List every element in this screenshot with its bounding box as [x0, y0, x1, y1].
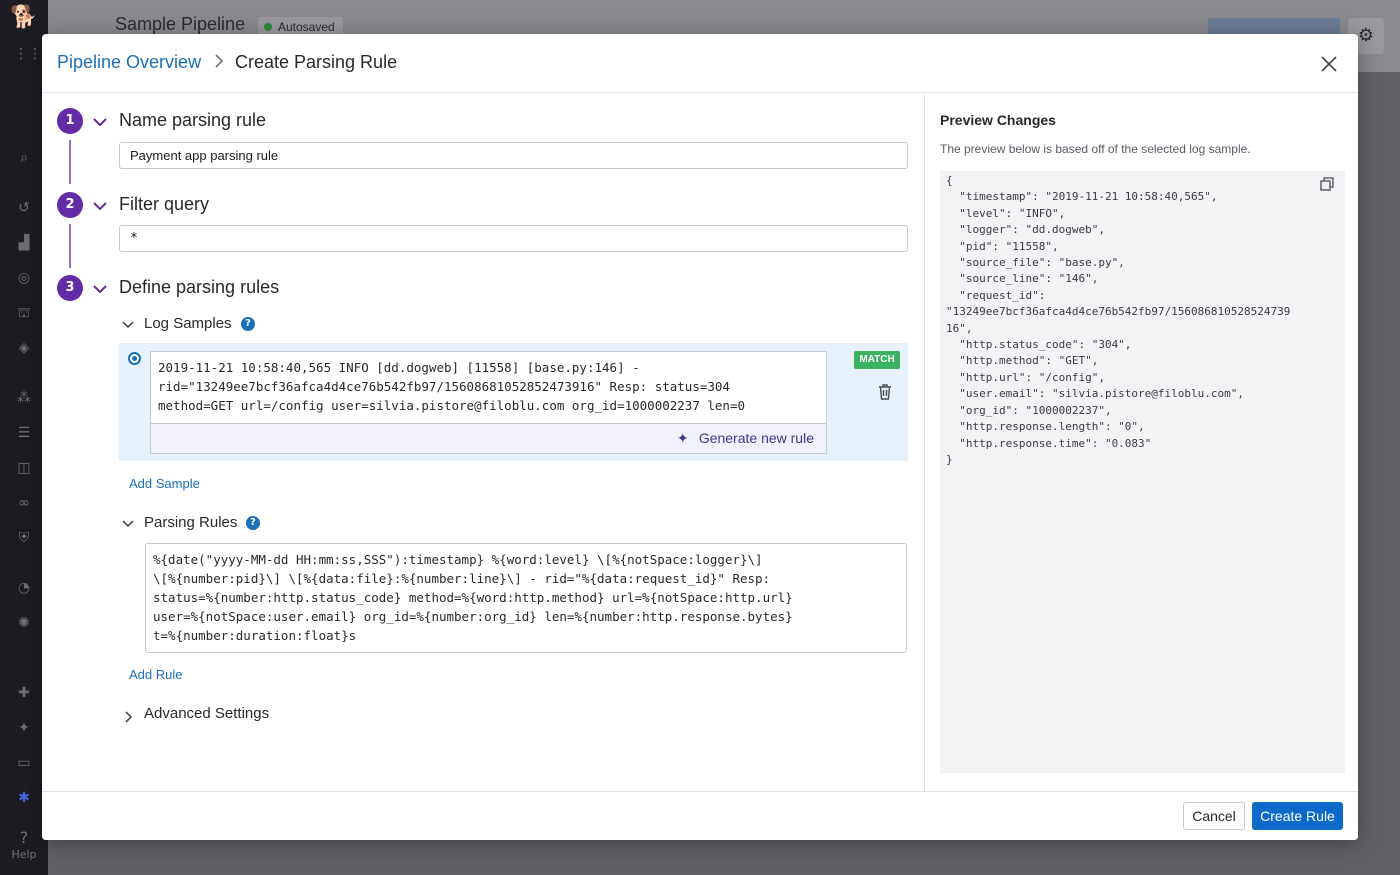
- security-icon[interactable]: ⛨: [14, 528, 34, 548]
- binoculars-icon[interactable]: ⛫: [14, 303, 34, 323]
- history-icon[interactable]: ↺: [14, 198, 34, 218]
- step-2-number: 2: [57, 192, 83, 218]
- integrations-icon[interactable]: ⁂: [14, 388, 34, 408]
- monitors-icon[interactable]: ◎: [14, 268, 34, 288]
- breadcrumb-pipeline-overview[interactable]: Pipeline Overview: [57, 52, 201, 73]
- generate-rule-bar: ✦ Generate new rule: [150, 423, 827, 454]
- step-1-title: Name parsing rule: [119, 110, 267, 130]
- bug-icon[interactable]: ✱: [14, 788, 34, 808]
- help-icon[interactable]: ?: [246, 516, 260, 530]
- generate-new-rule-button[interactable]: ✦ Generate new rule: [677, 430, 814, 447]
- chevron-down-icon[interactable]: [121, 516, 135, 530]
- apps-grid-icon[interactable]: ⋮⋮: [14, 44, 42, 64]
- filter-query-input[interactable]: *: [119, 225, 908, 252]
- app-sidebar: 🐕 ⋮⋮ ⌕ ↺ ▟ ◎ ⛫ ◈ ⁂ ☰ ◫ ∞ ⛨ ◔ ✺ ✚ ✦ ▭ ✱ ?…: [0, 0, 48, 875]
- rule-name-input[interactable]: Payment app parsing rule: [119, 142, 908, 169]
- help-question-icon: ?: [19, 828, 29, 847]
- chevron-down-icon[interactable]: [92, 281, 108, 297]
- chat-icon[interactable]: ▭: [14, 753, 34, 773]
- step-1-number: 1: [57, 108, 83, 134]
- step-connector: [69, 224, 71, 268]
- sparkle-icon: ✦: [676, 430, 689, 446]
- log-sample-text[interactable]: 2019-11-21 10:58:40,565 INFO [dd.dogweb]…: [150, 351, 827, 423]
- create-parsing-rule-modal: Pipeline Overview Create Parsing Rule 1 …: [42, 34, 1358, 840]
- apm-icon[interactable]: ◫: [14, 458, 34, 478]
- step-3-number: 3: [57, 275, 83, 301]
- add-sample-link[interactable]: Add Sample: [129, 476, 200, 491]
- chevron-right-icon: [213, 54, 225, 68]
- trash-icon[interactable]: [876, 383, 894, 401]
- step-2-title: Filter query: [119, 194, 210, 214]
- help-nav[interactable]: ? Help: [0, 828, 48, 862]
- copy-icon[interactable]: [1319, 176, 1335, 192]
- preview-json: { "timestamp": "2019-11-21 10:58:40,565"…: [940, 171, 1345, 773]
- log-samples-title: Log Samples: [144, 315, 232, 332]
- pipeline-title: Sample Pipeline: [115, 14, 246, 34]
- puzzle-icon[interactable]: ✚: [14, 683, 34, 703]
- network-icon[interactable]: ∞: [14, 493, 34, 513]
- datadog-logo-icon[interactable]: 🐕: [10, 4, 38, 32]
- add-rule-link[interactable]: Add Rule: [129, 667, 182, 682]
- preview-description: The preview below is based off of the se…: [940, 142, 1251, 156]
- rule-form: 1 Name parsing rule Payment app parsing …: [42, 93, 924, 791]
- preview-pane: Preview Changes The preview below is bas…: [924, 93, 1358, 791]
- breadcrumb-current: Create Parsing Rule: [235, 52, 398, 72]
- step-connector: [69, 140, 71, 184]
- dashboard-icon[interactable]: ▟: [14, 233, 34, 253]
- chevron-right-icon[interactable]: [122, 709, 136, 723]
- parsing-rules-textarea[interactable]: %{date("yyyy-MM-dd HH:mm:ss,SSS"):timest…: [145, 543, 907, 653]
- sparkle-nav-icon[interactable]: ✦: [14, 718, 34, 738]
- help-label: Help: [11, 848, 37, 861]
- chevron-down-icon[interactable]: [92, 198, 108, 214]
- modal-footer: Cancel Create Rule: [42, 791, 1358, 840]
- sample-radio[interactable]: [128, 352, 141, 365]
- parsing-rules-title: Parsing Rules: [144, 514, 238, 531]
- help-icon[interactable]: ?: [241, 317, 255, 331]
- chevron-down-icon[interactable]: [92, 114, 108, 130]
- step-3-title: Define parsing rules: [119, 277, 280, 297]
- chevron-down-icon[interactable]: [121, 317, 135, 331]
- create-rule-button[interactable]: Create Rule: [1252, 802, 1343, 830]
- cancel-button[interactable]: Cancel: [1183, 802, 1245, 830]
- synthetics-icon[interactable]: ✺: [14, 613, 34, 633]
- logs-icon[interactable]: ☰: [14, 423, 34, 443]
- cube-icon[interactable]: ◈: [14, 338, 34, 358]
- preview-title: Preview Changes: [940, 112, 1056, 128]
- advanced-settings-toggle[interactable]: Advanced Settings: [144, 705, 269, 722]
- close-icon[interactable]: [1317, 52, 1341, 76]
- match-badge: MATCH: [854, 351, 900, 369]
- search-icon[interactable]: ⌕: [14, 148, 34, 168]
- generate-new-rule-label: Generate new rule: [698, 430, 814, 446]
- log-sample-item[interactable]: 2019-11-21 10:58:40,565 INFO [dd.dogweb]…: [119, 343, 908, 461]
- modal-header: Pipeline Overview Create Parsing Rule: [42, 34, 1358, 93]
- gauge-icon[interactable]: ◔: [14, 578, 34, 598]
